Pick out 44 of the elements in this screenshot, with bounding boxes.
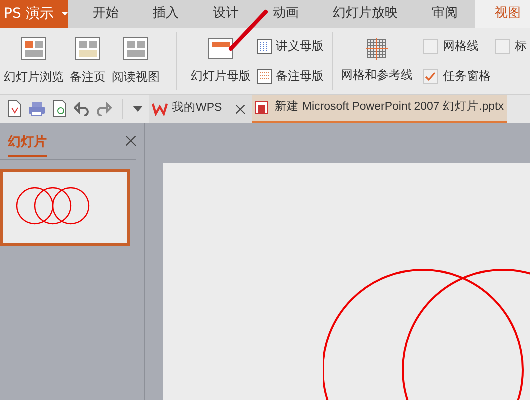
ribbon-tab[interactable]: 设计 [196,0,256,28]
redo-icon[interactable] [96,102,112,116]
grid-icon [366,38,388,60]
grid-button[interactable]: 网格和参考线 [341,38,413,84]
ribbon-tab[interactable]: 开始 [76,0,136,28]
slide-thumbnail[interactable] [0,169,130,246]
caret-icon [62,12,68,16]
dropdown-icon[interactable] [133,106,143,112]
checkbox-label: 网格线 [443,38,479,55]
master-button[interactable]: 备注母版 [257,67,324,85]
checkbox[interactable] [423,38,438,54]
checkbox[interactable] [495,38,510,54]
w-logo-icon [152,102,168,116]
layout-icon [21,36,47,62]
view-button[interactable]: 阅读视图 [110,36,162,86]
ribbon-tab[interactable]: 审阅 [415,0,475,28]
ribbon-tab[interactable]: 动画 [256,0,316,28]
close-icon[interactable] [236,104,246,114]
ribbon-tab[interactable]: 插入 [136,0,196,28]
view-button[interactable]: 备注页 [68,36,108,86]
pdf-export-icon[interactable] [6,100,22,118]
print-preview-icon[interactable] [52,100,68,118]
checkbox-label: 标 [515,38,527,55]
master-button[interactable]: 讲义母版 [257,37,324,55]
layout-icon [123,36,149,62]
close-icon[interactable] [126,136,136,146]
app-menu-button[interactable]: PS 演示 [0,0,68,28]
view-button[interactable]: 幻灯片浏览 [2,36,66,86]
checkbox[interactable] [423,68,438,84]
undo-icon[interactable] [74,102,90,116]
document-tab[interactable]: 我的WPS [149,95,252,123]
document-tab-label: 新建 Microsoft PowerPoint 2007 幻灯片.pptx [275,99,504,116]
page-icon [257,68,272,84]
document-tab-label: 我的WPS [172,100,222,116]
ribbon-tab[interactable]: 视图 [475,0,530,28]
print-icon[interactable] [28,101,46,117]
document-tab[interactable]: 新建 Microsoft PowerPoint 2007 幻灯片.pptx [252,95,507,123]
ribbon-tab[interactable]: 幻灯片放映 [316,0,415,28]
checkbox-label: 任务窗格 [443,68,491,85]
page-icon [257,38,272,54]
layout-icon [75,36,101,62]
slide-icon [208,37,234,61]
presentation-file-icon [255,101,272,115]
slide-master-button[interactable]: 幻灯片母版 [191,37,251,85]
